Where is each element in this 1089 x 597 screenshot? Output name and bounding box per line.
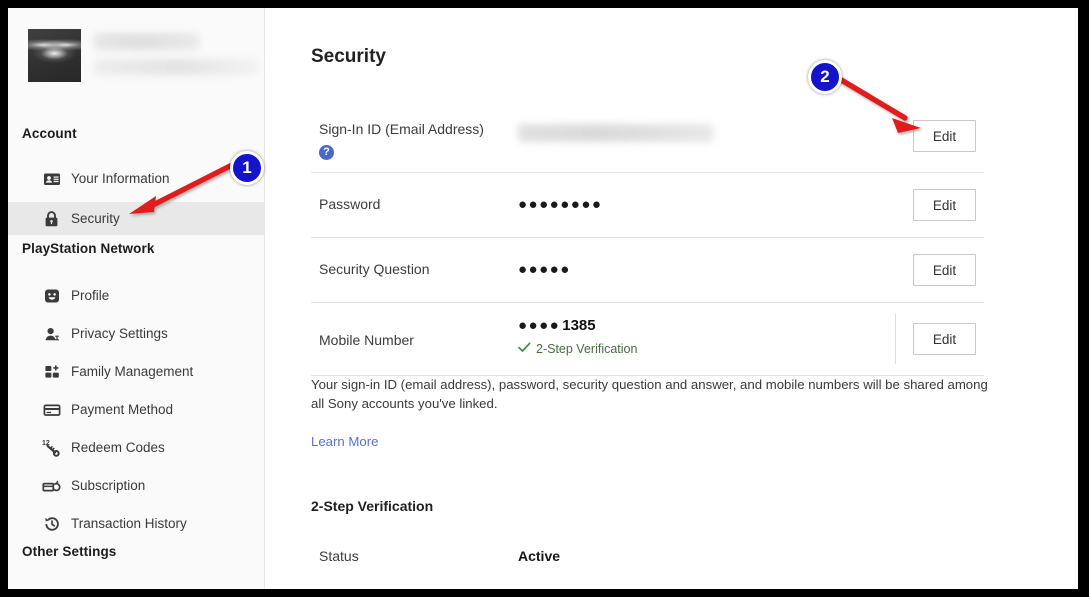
status-value: Active xyxy=(518,548,561,564)
sidebar-item-your-information[interactable]: Your Information xyxy=(8,162,265,195)
account-name-redacted xyxy=(94,33,199,50)
edit-security-question-button[interactable]: Edit xyxy=(913,254,976,286)
two-step-verification-heading: 2-Step Verification xyxy=(311,498,434,514)
sidebar-item-label: Family Management xyxy=(71,364,194,379)
profile-summary[interactable] xyxy=(28,29,259,89)
sidebar-item-redeem-codes[interactable]: 12 Redeem Codes xyxy=(8,431,265,464)
sidebar-group-playstation-network: PlayStation Network xyxy=(22,241,155,256)
sidebar-item-label: Redeem Codes xyxy=(71,440,165,455)
sidebar-item-label: Subscription xyxy=(71,478,146,493)
redeem-key-icon: 12 xyxy=(42,438,61,457)
row-security-question: Security Question ●●●●● Edit xyxy=(311,237,984,302)
sidebar-item-subscription[interactable]: Subscription xyxy=(8,469,265,502)
row-label: Password xyxy=(319,196,381,212)
sidebar-item-label: Profile xyxy=(71,288,110,303)
sidebar-item-label: Security xyxy=(71,211,120,226)
mobile-number-value: ●●●● 1385 2-Step Verification xyxy=(518,318,637,358)
edit-signin-id-button[interactable]: Edit xyxy=(913,120,976,152)
account-email-redacted xyxy=(94,59,259,75)
sidebar-group-account: Account xyxy=(22,126,77,141)
row-label: Sign-In ID (Email Address) xyxy=(319,121,484,137)
sidebar-item-transaction-history[interactable]: Transaction History xyxy=(8,507,265,540)
history-clock-icon xyxy=(42,514,61,533)
row-mobile-number: Mobile Number ●●●● 1385 2-Step Verificati… xyxy=(311,302,984,375)
sidebar-item-privacy-settings[interactable]: Privacy Settings xyxy=(8,317,265,350)
row-label: Security Question xyxy=(319,261,430,277)
two-step-verification-badge: 2-Step Verification xyxy=(536,342,638,356)
sidebar-item-label: Privacy Settings xyxy=(71,326,168,341)
row-password: Password ●●●●●●●● Edit xyxy=(311,172,984,237)
screenshot-frame: Account Your Information Security PlaySt… xyxy=(0,0,1089,597)
row-divider xyxy=(895,314,896,364)
sidebar-item-label: Transaction History xyxy=(71,516,187,531)
id-card-icon xyxy=(42,169,61,188)
credit-card-icon xyxy=(42,400,61,419)
sidebar-group-other-settings: Other Settings xyxy=(22,544,117,559)
shared-accounts-note: Your sign-in ID (email address), passwor… xyxy=(311,377,988,411)
sidebar-item-label: Your Information xyxy=(71,171,170,186)
sidebar-item-security[interactable]: Security xyxy=(8,202,265,235)
mobile-number-mask: ●●●● xyxy=(518,317,561,334)
smiley-face-icon xyxy=(42,286,61,305)
edit-password-button[interactable]: Edit xyxy=(913,189,976,221)
row-label: Mobile Number xyxy=(319,332,414,348)
page-title: Security xyxy=(311,46,386,67)
browser-content: Account Your Information Security PlaySt… xyxy=(8,8,1078,589)
main-content: Security Sign-In ID (Email Address) ? Ed… xyxy=(265,8,1078,589)
privacy-person-icon xyxy=(42,324,61,343)
green-check-icon xyxy=(518,340,531,358)
signin-id-value-redacted xyxy=(518,124,713,142)
sidebar-item-payment-method[interactable]: Payment Method xyxy=(8,393,265,426)
row-two-step-status: Status Active xyxy=(311,530,984,586)
status-label: Status xyxy=(319,548,359,564)
learn-more-link[interactable]: Learn More xyxy=(311,434,378,449)
password-value: ●●●●●●●● xyxy=(518,196,603,213)
sidebar: Account Your Information Security PlaySt… xyxy=(8,8,265,589)
security-question-value: ●●●●● xyxy=(518,261,571,278)
family-group-icon xyxy=(42,362,61,381)
lock-icon xyxy=(42,209,61,228)
sidebar-item-label: Payment Method xyxy=(71,402,174,417)
annotation-marker-2: 2 xyxy=(808,60,842,94)
annotation-marker-1: 1 xyxy=(230,151,264,185)
row-signin-id: Sign-In ID (Email Address) ? Edit xyxy=(311,100,984,172)
avatar xyxy=(28,29,81,82)
sidebar-item-family-management[interactable]: Family Management xyxy=(8,355,265,388)
edit-mobile-number-button[interactable]: Edit xyxy=(913,323,976,355)
sidebar-item-profile[interactable]: Profile xyxy=(8,279,265,312)
question-mark-icon[interactable]: ? xyxy=(319,145,334,160)
mobile-number-digits: 1385 xyxy=(562,317,596,334)
subscription-icon xyxy=(42,476,61,495)
